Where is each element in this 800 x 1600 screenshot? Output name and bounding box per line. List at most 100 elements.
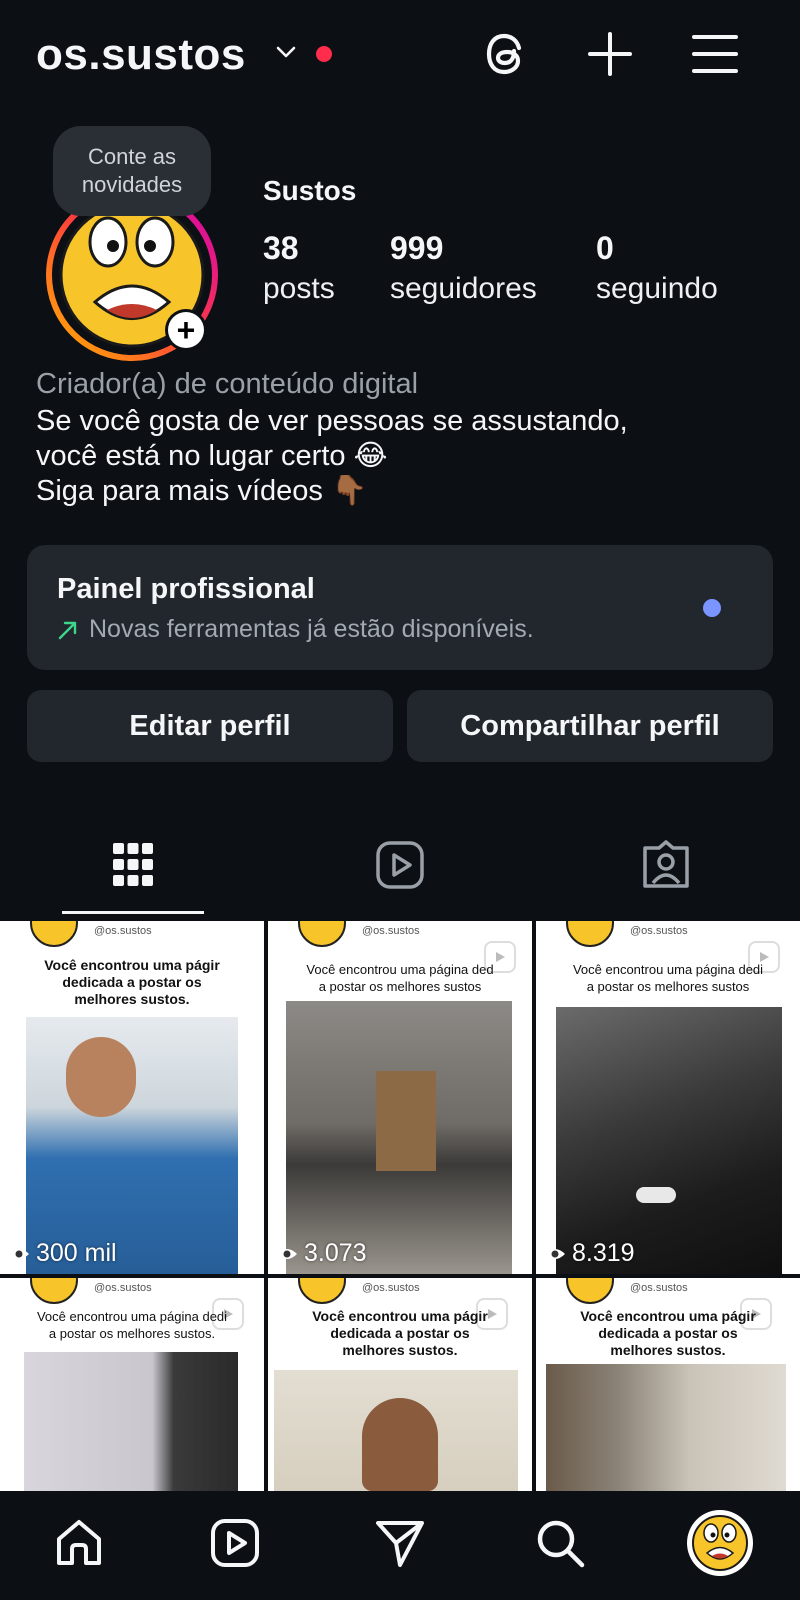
bio-line: Se você gosta de ver pessoas se assustan… [36,405,628,437]
post-photo [24,1352,238,1491]
profile-bio: Se você gosta de ver pessoas se assustan… [36,404,776,509]
caption-line: Você encontrou uma págir [44,957,220,973]
profile-name: Sustos [263,175,357,206]
caption-line: melhores sustos. [610,1342,726,1358]
plus-icon[interactable] [584,28,636,80]
sustos-face-icon [566,1278,614,1304]
note-bubble[interactable]: Conte as novidades [53,126,211,216]
grid-icon [113,843,153,886]
painel-subtitle: Novas ferramentas já estão disponíveis. [89,615,534,643]
tab-grid[interactable] [103,835,163,895]
painel-title: Painel profissional [57,573,315,605]
note-line-2: novidades [81,172,183,197]
caption-line: dedicada a postar os [330,1325,470,1341]
sustos-face-icon [298,1278,346,1304]
post-photo [274,1370,518,1491]
box-shape [376,1071,436,1171]
post-caption: Você encontrou uma página dedi a postar … [0,1308,264,1342]
edit-profile-button[interactable]: Editar perfil [27,690,393,762]
post-caption: Você encontrou uma página ded a postar o… [268,961,532,995]
reels-icon [376,841,424,889]
bio-line: você está no lugar certo 😂 [36,440,388,472]
person-shape [66,1037,136,1117]
caption-line: Você encontrou uma página ded [306,962,494,977]
unread-dot [703,599,721,617]
sustos-face-icon [30,921,78,947]
sustos-face-icon [30,1278,78,1304]
stat-label: posts [263,272,335,305]
send-icon[interactable] [370,1513,430,1573]
post-caption: Você encontrou uma págir dedicada a post… [536,1308,800,1359]
post-photo [286,1001,512,1274]
stat-label: seguindo [596,272,718,305]
post-caption: Você encontrou uma página dedi a postar … [536,961,800,995]
note-line-1: Conte as [87,144,177,169]
profile-category: Criador(a) de conteúdo digital [36,368,419,400]
chevron-down-icon[interactable] [275,44,297,60]
caption-line: melhores sustos. [342,1342,458,1358]
post-thumbnail[interactable]: @os.sustos Você encontrou uma página ded… [268,921,532,1274]
caption-line: Você encontrou uma págir [312,1308,488,1324]
post-thumbnail[interactable]: @os.sustos Você encontrou uma págir dedi… [0,921,264,1274]
stat-value: 999 [390,230,444,266]
username-switcher[interactable]: os.sustos [36,30,246,80]
post-thumbnail[interactable]: @os.sustos Você encontrou uma página ded… [536,921,800,1274]
post-photo [26,1017,238,1274]
view-count: 300 mil [8,1239,117,1268]
eye-icon [9,1248,29,1259]
caption-line: melhores sustos. [74,991,190,1007]
painel-subtitle-row: Novas ferramentas já estão disponíveis. [57,615,534,644]
stat-posts[interactable]: 38 posts [263,228,335,310]
share-profile-button[interactable]: Compartilhar perfil [407,690,773,762]
post-handle: @os.sustos [94,925,152,937]
eye-icon [545,1248,565,1259]
person-shape [362,1398,438,1491]
notification-dot [316,46,332,62]
profile-avatar[interactable] [687,1510,753,1576]
caption-line: Você encontrou uma página dedi [36,1309,228,1324]
caption-line: dedicada a postar os [62,974,202,990]
top-bar: os.sustos [0,0,800,115]
tab-reels[interactable] [370,835,430,895]
view-count-value: 300 mil [36,1239,117,1267]
caption-line: a postar os melhores sustos. [48,1326,216,1341]
tagged-icon [643,840,689,888]
post-caption: Você encontrou uma págir dedicada a post… [268,1308,532,1359]
menu-icon[interactable] [689,28,741,80]
stat-following[interactable]: 0 seguindo [596,228,718,310]
plus-icon: + [168,312,204,348]
caption-line: a postar os melhores sustos [586,979,750,994]
tab-tagged[interactable] [636,835,696,895]
caption-line: Você encontrou uma págir [580,1308,756,1324]
object-shape [636,1187,676,1203]
professional-dashboard-card[interactable]: Painel profissional Novas ferramentas já… [27,545,773,670]
active-tab-indicator [62,911,204,914]
post-thumbnail[interactable]: @os.sustos Você encontrou uma págir dedi… [536,1278,800,1491]
view-count: 8.319 [544,1239,635,1268]
post-photo [546,1364,786,1491]
caption-line: a postar os melhores sustos [318,979,482,994]
post-handle: @os.sustos [362,1282,420,1294]
add-story-button[interactable]: + [165,309,207,351]
bio-line: Siga para mais vídeos 👇🏾 [36,475,368,507]
post-handle: @os.sustos [630,925,688,937]
stat-label: seguidores [390,272,537,305]
post-handle: @os.sustos [630,1282,688,1294]
post-handle: @os.sustos [94,1282,152,1294]
view-count: 3.073 [276,1239,367,1268]
posts-grid: @os.sustos Você encontrou uma págir dedi… [0,921,800,1491]
bottom-navigation [0,1491,800,1600]
post-photo [556,1007,782,1274]
threads-icon[interactable] [480,28,532,80]
post-thumbnail[interactable]: @os.sustos Você encontrou uma página ded… [0,1278,264,1491]
post-thumbnail[interactable]: @os.sustos Você encontrou uma págir dedi… [268,1278,532,1491]
reels-icon[interactable] [205,1513,265,1573]
caption-line: Você encontrou uma página dedi [572,962,764,977]
home-icon[interactable] [49,1513,109,1573]
post-handle: @os.sustos [362,925,420,937]
stat-followers[interactable]: 999 seguidores [390,228,537,310]
sustos-face-icon [298,921,346,947]
eye-icon [277,1248,297,1259]
view-count-value: 3.073 [304,1239,367,1267]
search-icon[interactable] [530,1513,590,1573]
